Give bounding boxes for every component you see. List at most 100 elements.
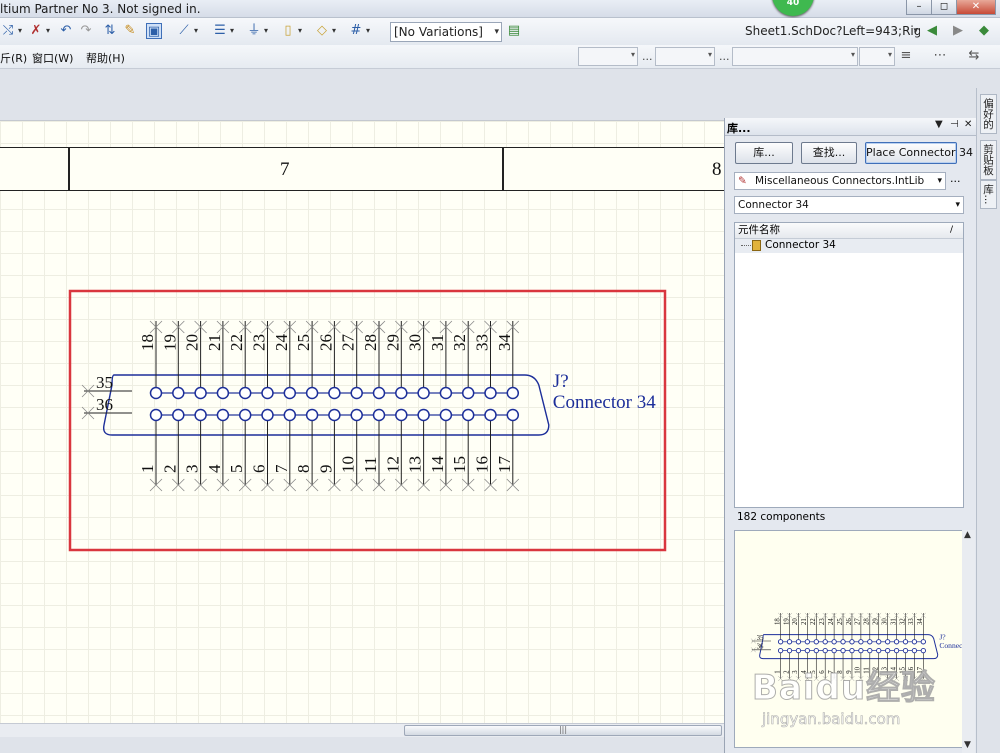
- minimize-button[interactable]: –: [906, 0, 932, 15]
- pin-number: 17: [917, 666, 924, 673]
- undo-icon[interactable]: ↶: [58, 23, 74, 39]
- part-tools-icon[interactable]: ▯: [280, 23, 302, 39]
- pin-icon[interactable]: ⊣: [950, 119, 959, 130]
- pin-number: 13: [881, 666, 888, 673]
- pin-contact: [813, 647, 819, 654]
- library-icon: ✎: [738, 175, 747, 187]
- dots-separator: ...: [719, 50, 730, 63]
- menu-item-help[interactable]: 帮助(H): [86, 50, 125, 66]
- pin-number: 32: [899, 618, 906, 625]
- variant-manager-icon[interactable]: ▤: [506, 23, 522, 39]
- pin-number: 12: [383, 456, 402, 473]
- component-list[interactable]: 元件名称 / Connector 34: [734, 222, 964, 508]
- maximize-button[interactable]: ◻: [931, 0, 957, 15]
- pin-number: 14: [890, 666, 897, 673]
- pin-number: 29: [873, 618, 880, 625]
- pin-contact: [149, 408, 163, 422]
- probe-icon[interactable]: ✎: [122, 23, 138, 39]
- horizontal-scrollbar[interactable]: |||: [0, 723, 724, 737]
- style-combo[interactable]: ▾: [732, 47, 858, 66]
- tab-clipboard[interactable]: 剪贴板: [980, 140, 997, 180]
- dots-separator: ...: [642, 50, 653, 63]
- library-combo[interactable]: ✎ Miscellaneous Connectors.IntLib ▾: [734, 172, 946, 190]
- up-down-hierarchy-icon[interactable]: ⇅: [102, 23, 118, 39]
- pin-number: 27: [339, 334, 358, 352]
- pin-number: 33: [473, 334, 492, 351]
- size-combo[interactable]: ▾: [655, 47, 715, 66]
- pin-number: 20: [183, 334, 202, 351]
- document-path-combo[interactable]: Sheet1.SchDoc?Left=943;Right= ▾: [742, 22, 920, 42]
- pin-number: 24: [828, 618, 835, 625]
- filter-combo[interactable]: Connector 34 ▾: [734, 196, 964, 214]
- libraries-button[interactable]: 库...: [735, 142, 793, 164]
- pin-number: 22: [227, 334, 246, 351]
- panel-menu-icon[interactable]: ▼: [935, 119, 943, 130]
- menu-item-window[interactable]: 窗口(W): [32, 50, 73, 66]
- pin-contact: [194, 386, 207, 400]
- pin-contact: [822, 639, 828, 645]
- deselect-icon[interactable]: ✗: [28, 23, 50, 39]
- close-button[interactable]: ✕: [956, 0, 996, 15]
- redo-icon[interactable]: ↷: [78, 23, 94, 39]
- scrollbar-thumb[interactable]: |||: [404, 725, 722, 736]
- wiring-tools-icon[interactable]: ⟋: [176, 23, 198, 39]
- pin-number: 13: [406, 456, 425, 473]
- pin-contact: [461, 386, 475, 400]
- back-icon[interactable]: ◀: [924, 23, 940, 39]
- arrow-style-icon[interactable]: ⇆: [966, 48, 982, 64]
- pin-contact: [840, 639, 846, 645]
- forward-icon[interactable]: ▶: [950, 23, 966, 39]
- tab-libraries[interactable]: 库...: [980, 180, 997, 209]
- power-port-icon[interactable]: ⏚: [246, 23, 268, 39]
- tree-line: [741, 245, 751, 246]
- tab-favorites[interactable]: 偏好的: [980, 94, 997, 134]
- pin-number: 6: [819, 670, 826, 674]
- pin-number: 12: [873, 666, 880, 673]
- variations-combo[interactable]: [No Variations] ▾: [390, 22, 502, 42]
- connector-shell: [102, 374, 550, 436]
- pin-contact: [849, 639, 855, 645]
- menu-item-reports[interactable]: 斤(R): [0, 50, 27, 66]
- pin-contact: [261, 408, 274, 422]
- line-style-icon[interactable]: ≡: [898, 48, 914, 64]
- chevron-down-icon: ▾: [887, 50, 892, 59]
- dash-style-icon[interactable]: ⋯: [932, 48, 948, 64]
- pin-contact: [328, 386, 341, 400]
- browse-component-icon[interactable]: ▣: [146, 23, 162, 39]
- search-button[interactable]: 查找...: [801, 142, 857, 164]
- variations-value: [No Variations]: [394, 25, 483, 39]
- pin-number: 9: [316, 465, 335, 474]
- pin-contact: [305, 408, 319, 422]
- cross-select-icon[interactable]: ⤭: [0, 23, 22, 39]
- pin-number: 17: [495, 456, 514, 474]
- pin-contact: [867, 647, 873, 654]
- pin-number: 30: [881, 618, 888, 625]
- scroll-up-icon[interactable]: ▲: [964, 530, 971, 540]
- pin-number: 7: [272, 464, 291, 473]
- close-icon[interactable]: ✕: [964, 119, 972, 130]
- list-item[interactable]: Connector 34: [735, 239, 963, 253]
- component-list-header[interactable]: 元件名称 /: [735, 223, 963, 239]
- pin-number: 10: [855, 666, 862, 673]
- library-panel: 库... ▼ ⊣ ✕ 库... 查找... Place Connector 34…: [724, 118, 977, 753]
- font-combo[interactable]: ▾: [578, 47, 638, 66]
- preview-canvas: 1811922032142252362472582692710281129123…: [750, 612, 963, 682]
- notification-badge[interactable]: 40: [772, 0, 814, 16]
- pin-number: 5: [227, 465, 246, 474]
- pin-contact: [172, 408, 185, 422]
- pin-number: 34: [495, 334, 514, 352]
- pin-number: 2: [160, 465, 179, 474]
- place-component-button[interactable]: Place Connector 34: [865, 142, 973, 164]
- width-combo[interactable]: ▾: [859, 47, 895, 66]
- home-icon[interactable]: ◆: [976, 23, 992, 39]
- library-more-button[interactable]: ...: [950, 172, 961, 185]
- scroll-down-icon[interactable]: ▼: [964, 740, 971, 750]
- schematic-canvas: 1811922032142252362472582692710281129123…: [68, 289, 667, 552]
- grid-icon[interactable]: #: [348, 23, 370, 39]
- connector-symbol[interactable]: 1811922032142252362472582692710281129123…: [81, 320, 656, 492]
- preview-scrollbar[interactable]: ▲ ▼: [962, 530, 975, 753]
- pin-contact: [804, 647, 811, 654]
- align-tools-icon[interactable]: ☰: [212, 23, 234, 39]
- schematic-editor[interactable]: 7 8 18 1 19 2 20 3 21 4 22 5 23 6 24 7 25 8 26 9 27 10 28 11 2…: [0, 120, 724, 723]
- port-tools-icon[interactable]: ◇: [314, 23, 336, 39]
